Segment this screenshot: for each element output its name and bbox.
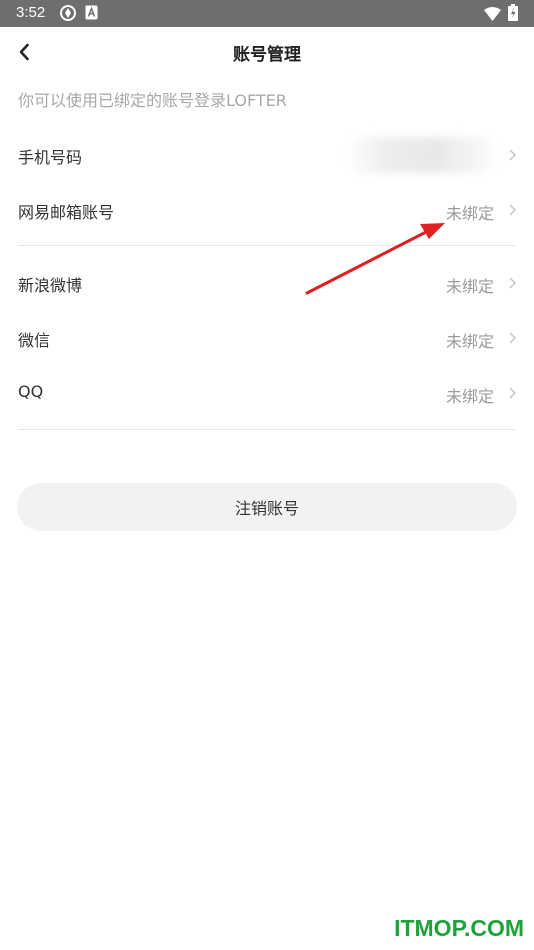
font-a-icon: [85, 5, 98, 24]
account-row-weibo[interactable]: 新浪微博 未绑定: [18, 256, 516, 310]
account-status-netease-email: 未绑定: [445, 204, 494, 223]
account-label-qq: QQ: [18, 382, 44, 401]
account-row-phone[interactable]: 手机号码: [18, 128, 516, 182]
account-label-phone: 手机号码: [18, 148, 83, 167]
status-time: 3:52: [16, 4, 46, 21]
chevron-right-icon: [509, 204, 516, 216]
sync-icon: [60, 5, 76, 25]
login-hint: 你可以使用已绑定的账号登录LOFTER: [18, 91, 287, 110]
wifi-icon: [484, 6, 501, 25]
chevron-right-icon: [509, 277, 516, 289]
account-status-qq: 未绑定: [445, 387, 494, 406]
account-label-netease-email: 网易邮箱账号: [18, 203, 115, 222]
account-row-netease-email[interactable]: 网易邮箱账号 未绑定: [18, 183, 516, 237]
page-title: 账号管理: [233, 45, 301, 65]
divider: [18, 245, 516, 246]
nav-bar: 账号管理: [0, 27, 534, 77]
account-row-wechat[interactable]: 微信 未绑定: [18, 311, 516, 365]
watermark: ITMOP.COM: [394, 915, 524, 941]
phone-number-blurred: [346, 137, 496, 173]
chevron-right-icon: [509, 332, 516, 344]
status-bar: 3:52: [0, 0, 534, 27]
cancel-account-button[interactable]: 注销账号: [17, 483, 517, 531]
account-row-qq[interactable]: QQ 未绑定: [18, 366, 516, 420]
chevron-right-icon: [509, 149, 516, 161]
divider: [18, 429, 516, 430]
battery-icon: [508, 4, 518, 25]
account-status-wechat: 未绑定: [445, 332, 494, 351]
chevron-right-icon: [509, 387, 516, 399]
account-status-weibo: 未绑定: [445, 277, 494, 296]
account-label-weibo: 新浪微博: [18, 276, 83, 295]
account-label-wechat: 微信: [18, 331, 51, 350]
